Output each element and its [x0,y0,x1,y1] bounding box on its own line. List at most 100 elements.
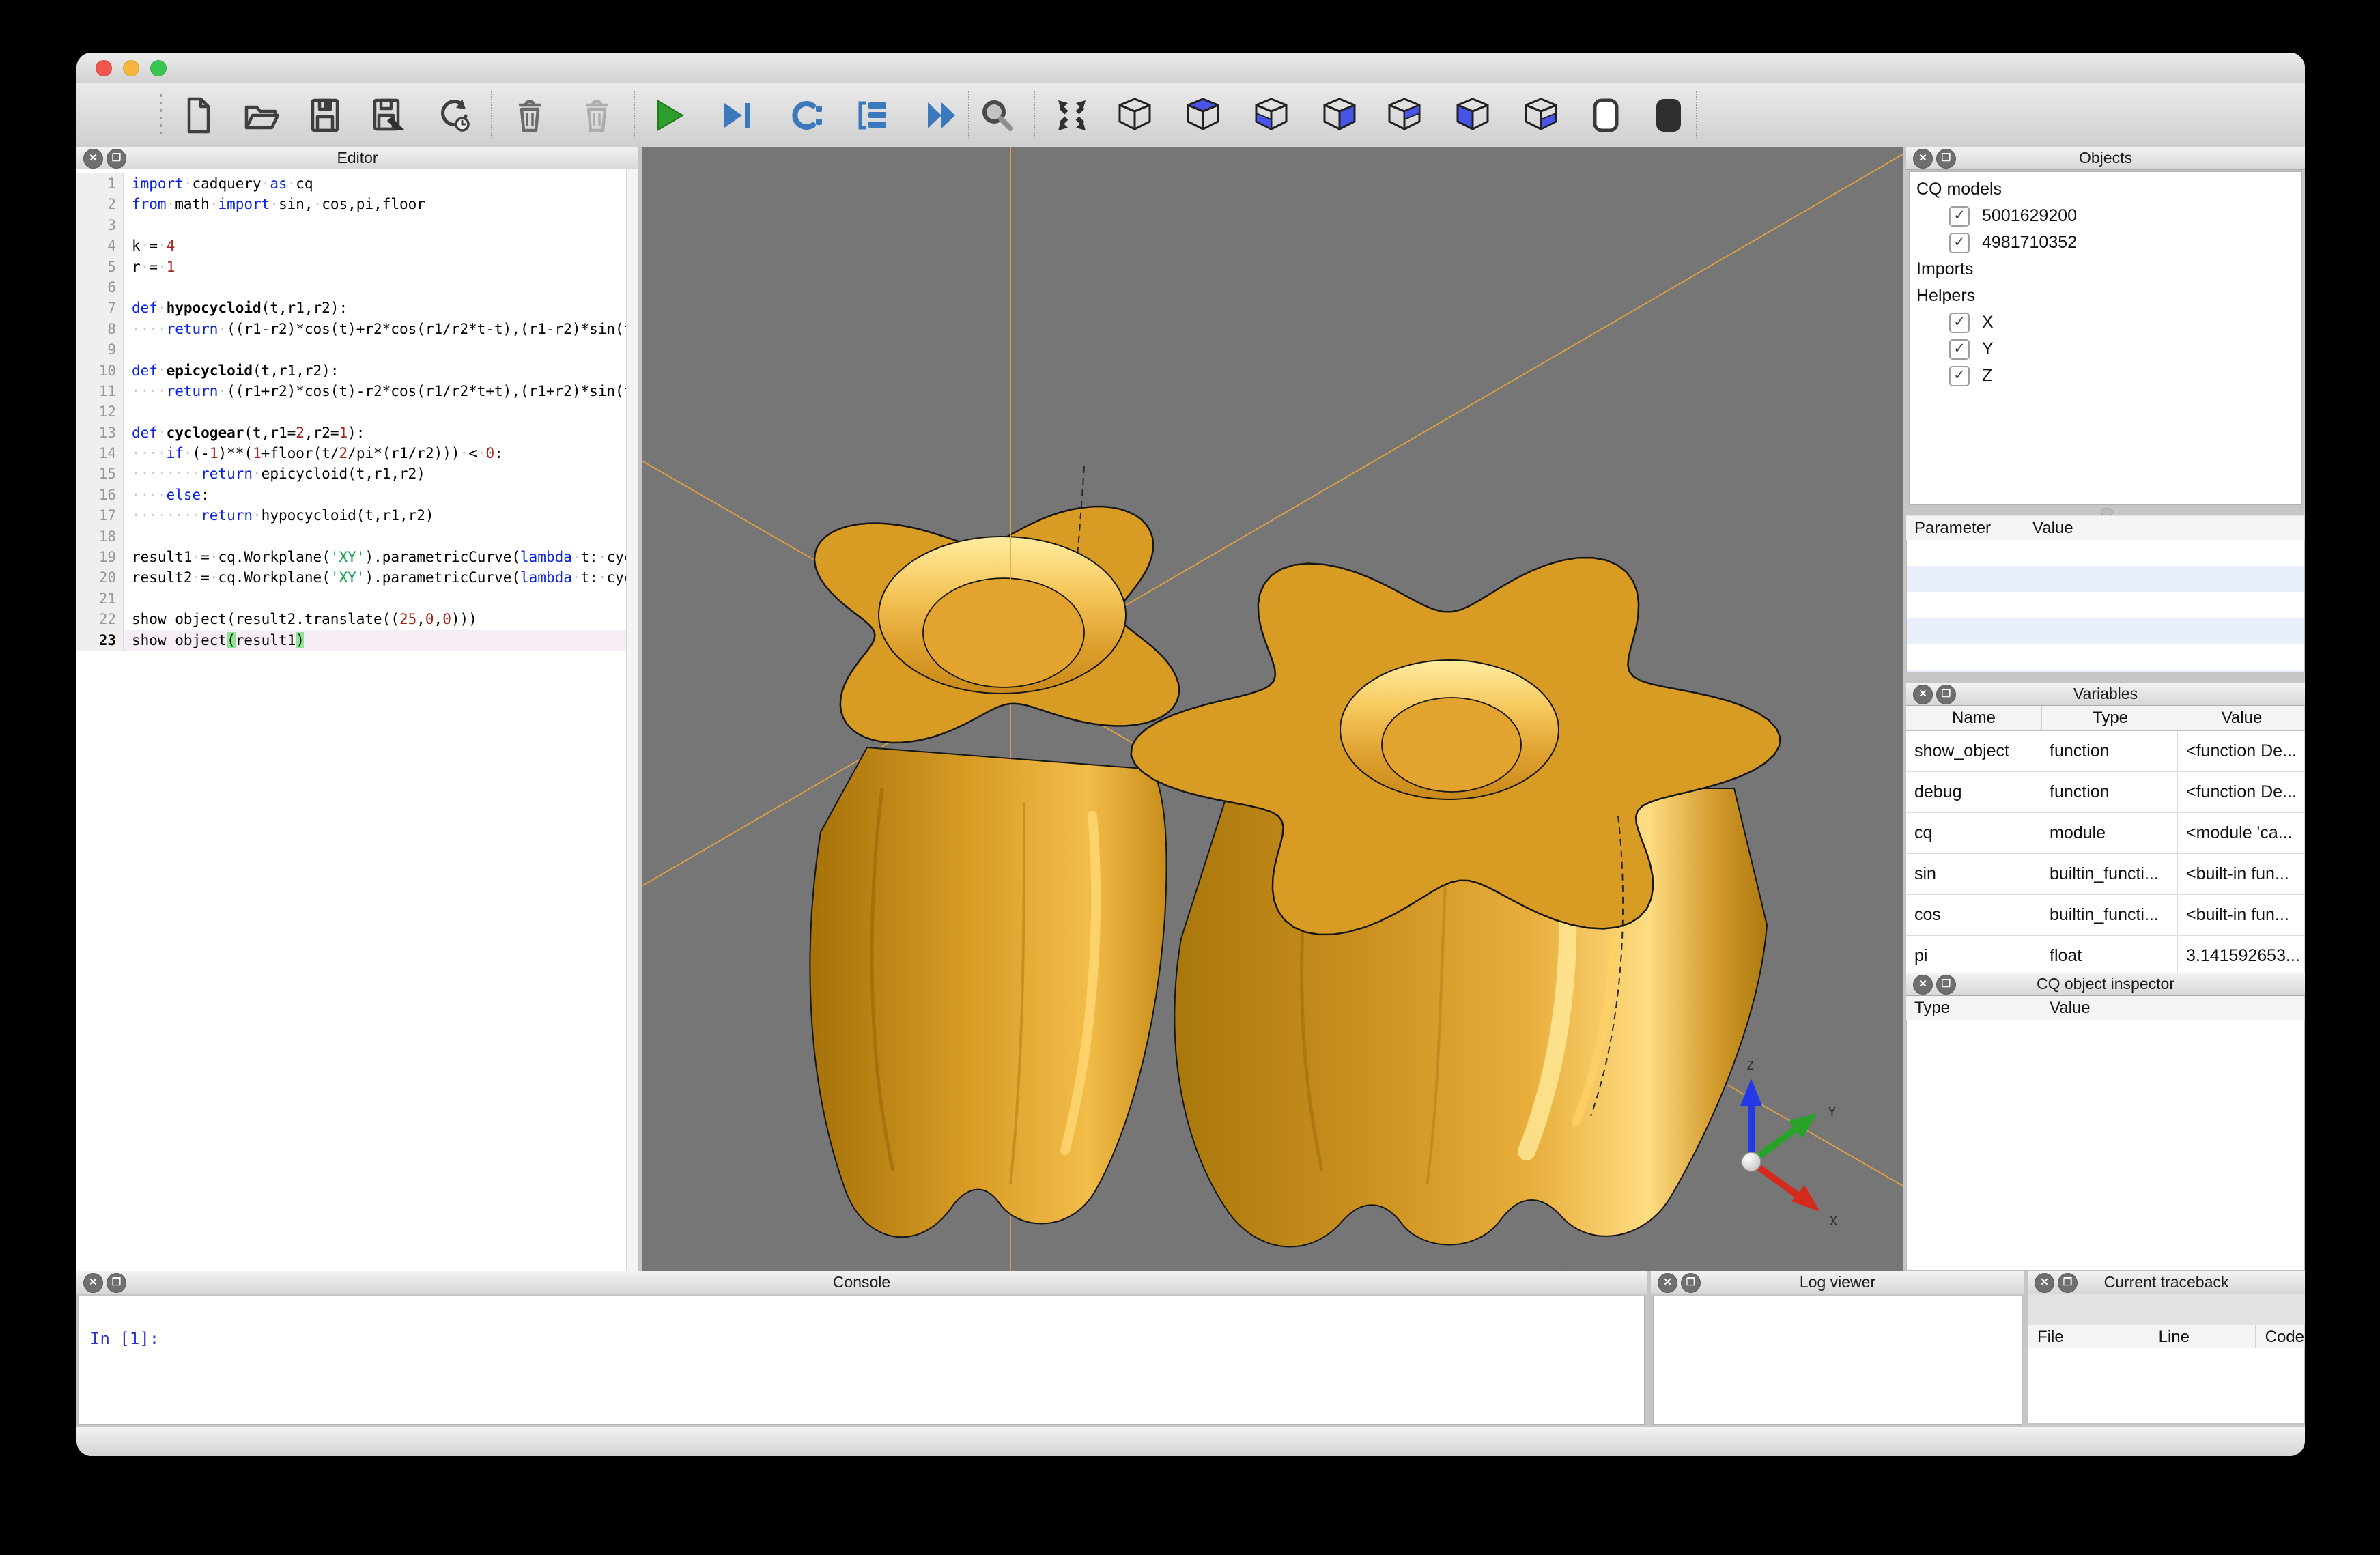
continue-button[interactable] [920,94,963,137]
delete-current-button[interactable] [508,94,552,137]
viewport-3d[interactable]: Z Y X [642,147,1903,1271]
stack-button[interactable] [851,94,894,137]
traceback-body[interactable] [2028,1348,2305,1423]
name-column-header[interactable]: Name [1906,706,2042,730]
code-line[interactable]: 11····return·((r1+r2)*cos(t)-r2*cos(r1/r… [76,381,627,401]
code-line[interactable]: 9 [76,339,627,360]
checkbox[interactable]: ✓ [1949,366,1970,386]
code-lines[interactable]: 1import·cadquery·as·cq2from·math·import·… [76,169,627,1271]
float-icon[interactable]: ❐ [2058,1273,2078,1293]
float-icon[interactable]: ❐ [107,149,126,169]
view-top-button[interactable] [1181,94,1225,137]
code-line[interactable]: 22show_object(result2.translate((25,0,0)… [76,609,627,629]
view-right-button[interactable] [1519,94,1563,137]
tree-item[interactable]: ✓4981710352 [1910,229,2301,256]
minimize-window-button[interactable] [123,60,139,76]
checkbox[interactable]: ✓ [1949,339,1970,360]
close-icon[interactable]: ✕ [1913,975,1933,995]
view-left-button[interactable] [1451,94,1494,137]
close-icon[interactable]: ✕ [83,149,103,169]
tree-item[interactable]: ✓X [1910,309,2301,336]
wireframe-button[interactable] [1584,94,1628,137]
gear-right[interactable] [1131,558,1781,1246]
tree-group-helpers[interactable]: Helpers [1910,283,2301,309]
code-line[interactable]: 23show_object(result1) [76,630,627,651]
float-icon[interactable]: ❐ [1936,685,1956,704]
parameter-column-header[interactable]: Parameter [1906,516,2024,541]
checkbox[interactable]: ✓ [1949,206,1970,227]
float-icon[interactable]: ❐ [1936,975,1956,995]
debug-step-button[interactable] [716,94,759,137]
open-file-button[interactable] [240,94,283,137]
float-icon[interactable]: ❐ [1936,149,1956,169]
code-line[interactable]: 15········return·epicycloid(t,r1,r2) [76,463,627,484]
code-line[interactable]: 14····if·(-1)**(1+floor(t/2/pi*(r1/r2)))… [76,443,627,463]
code-line[interactable]: 19result1·=·cq.Workplane('XY').parametri… [76,547,627,567]
code-line[interactable]: 21 [76,588,627,609]
shaded-button[interactable] [1647,94,1690,137]
variable-row[interactable]: pifloat3.141592653... [1906,936,2305,973]
type-column-header[interactable]: Type [2042,706,2179,730]
inspector-body[interactable] [1906,1020,2305,1271]
console-output[interactable]: In [1]: [79,1296,1645,1425]
zoom-fit-button[interactable] [975,94,1019,137]
code-line[interactable]: 6 [76,277,627,298]
breakpoints-button[interactable] [784,94,828,137]
tree-item[interactable]: ✓Y [1910,336,2301,362]
code-line[interactable]: 17········return·hypocycloid(t,r1,r2) [76,505,627,526]
tree-item[interactable]: ✓Z [1910,362,2301,389]
code-line[interactable]: 2from·math·import·sin,·cos,pi,floor [76,194,627,214]
variable-row[interactable]: cqmodule<module 'ca... [1906,813,2305,854]
type-column-header[interactable]: Type [1906,996,2041,1021]
code-line[interactable]: 18 [76,526,627,547]
close-window-button[interactable] [96,60,112,76]
close-icon[interactable]: ✕ [83,1273,103,1293]
code-line[interactable]: 16····else: [76,485,627,505]
zoom-window-button[interactable] [150,60,167,76]
tree-item[interactable]: ✓5001629200 [1910,203,2301,229]
view-back-button[interactable] [1383,94,1426,137]
variable-row[interactable]: debugfunction<function De... [1906,772,2305,813]
close-icon[interactable]: ✕ [1913,149,1933,169]
code-column-header[interactable]: Code [2256,1325,2305,1349]
toolbar-handle[interactable] [160,94,162,134]
close-icon[interactable]: ✕ [1658,1273,1677,1293]
value-column-header[interactable]: Value [2179,706,2305,730]
delete-all-button[interactable] [575,94,619,137]
gear-left[interactable] [810,466,1179,1237]
code-line[interactable]: 8····return·((r1-r2)*cos(t)+r2*cos(r1/r2… [76,319,627,339]
code-line[interactable]: 20result2·=·cq.Workplane('XY').parametri… [76,567,627,588]
new-file-button[interactable] [176,94,220,137]
view-front-button[interactable] [1318,94,1361,137]
code-line[interactable]: 12 [76,401,627,422]
float-icon[interactable]: ❐ [1681,1273,1701,1293]
value-column-header[interactable]: Value [2041,996,2305,1021]
code-line[interactable]: 3 [76,215,627,236]
tree-group-cq-models[interactable]: CQ models [1910,176,2301,203]
objects-tree[interactable]: CQ models✓5001629200✓4981710352ImportsHe… [1909,171,2302,505]
reload-button[interactable] [430,94,474,137]
title-bar[interactable] [76,53,2305,83]
code-line[interactable]: 4k·=·4 [76,236,627,256]
view-iso-button[interactable] [1113,94,1157,137]
log-viewer-body[interactable] [1653,1296,2022,1425]
close-icon[interactable]: ✕ [2035,1273,2054,1293]
view-bottom-button[interactable] [1249,94,1293,137]
save-button[interactable] [303,94,347,137]
editor-scrollbar[interactable] [626,169,638,1271]
code-line[interactable]: 7def·hypocycloid(t,r1,r2): [76,298,627,318]
variable-row[interactable]: cosbuiltin_functi...<built-in fun... [1906,895,2305,936]
checkbox[interactable]: ✓ [1949,313,1970,333]
code-line[interactable]: 1import·cadquery·as·cq [76,173,627,194]
line-column-header[interactable]: Line [2149,1325,2256,1349]
float-icon[interactable]: ❐ [107,1273,126,1293]
tree-group-imports[interactable]: Imports [1910,256,2301,283]
variable-row[interactable]: show_objectfunction<function De... [1906,731,2305,772]
run-button[interactable] [647,94,690,137]
code-line[interactable]: 5r·=·1 [76,257,627,277]
fit-all-button[interactable] [1050,94,1094,137]
variable-row[interactable]: sinbuiltin_functi...<built-in fun... [1906,854,2305,895]
file-column-header[interactable]: File [2028,1325,2149,1349]
parameter-table-body[interactable] [1906,540,2305,672]
checkbox[interactable]: ✓ [1949,233,1970,253]
